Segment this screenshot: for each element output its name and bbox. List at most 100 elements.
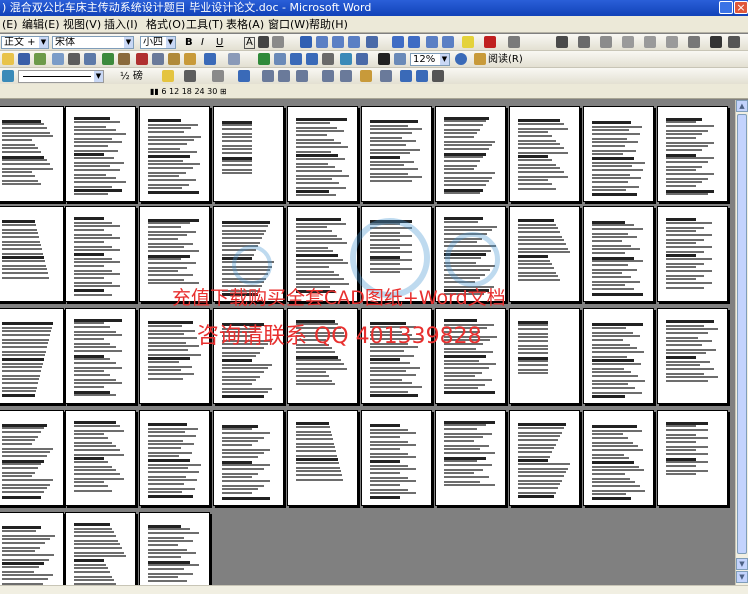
- border-icon[interactable]: [710, 36, 722, 48]
- page-thumbnail[interactable]: [657, 206, 728, 302]
- page-thumbnail[interactable]: [0, 308, 64, 404]
- read-icon[interactable]: [474, 53, 486, 65]
- permission-icon[interactable]: [34, 53, 46, 65]
- page-thumbnail[interactable]: [139, 512, 210, 585]
- page-thumbnail[interactable]: [0, 106, 64, 202]
- page-thumbnail[interactable]: [65, 410, 136, 506]
- copy-icon[interactable]: [152, 53, 164, 65]
- page-thumbnail[interactable]: [139, 410, 210, 506]
- autoformat-icon[interactable]: [360, 70, 372, 82]
- column-icon[interactable]: [600, 36, 612, 48]
- font-size-select[interactable]: 小四 ▼: [140, 36, 176, 49]
- menu-view[interactable]: 视图(V): [63, 18, 101, 31]
- tables-borders-icon[interactable]: [274, 53, 286, 65]
- research-icon[interactable]: [118, 53, 130, 65]
- cut-icon[interactable]: [136, 53, 148, 65]
- menu-file[interactable]: (E): [2, 18, 18, 31]
- page-thumbnail[interactable]: [0, 206, 64, 302]
- bold-button[interactable]: B: [185, 36, 193, 49]
- sort-descending-icon[interactable]: [416, 70, 428, 82]
- page-thumbnail[interactable]: [435, 410, 506, 506]
- distribute-rows-icon[interactable]: [322, 70, 334, 82]
- insert-excel-icon[interactable]: [306, 53, 318, 65]
- multi-page-control[interactable]: ▮▮ 6 12 18 24 30 ⊞: [150, 85, 227, 98]
- line-weight-select[interactable]: ½ 磅: [120, 70, 143, 83]
- close-button[interactable]: ×: [734, 1, 748, 14]
- zoom-select[interactable]: 12% ▼: [410, 53, 450, 66]
- toolbar-options-icon[interactable]: [728, 36, 740, 48]
- page-thumbnail[interactable]: [287, 410, 358, 506]
- page-thumbnail[interactable]: [509, 410, 580, 506]
- email-icon[interactable]: [52, 53, 64, 65]
- redo-icon[interactable]: [228, 53, 240, 65]
- save-icon[interactable]: [18, 53, 30, 65]
- scroll-up-icon[interactable]: ▲: [736, 100, 748, 112]
- text-direction-icon[interactable]: [380, 70, 392, 82]
- underline-button[interactable]: U: [216, 36, 223, 49]
- paste-icon[interactable]: [168, 53, 180, 65]
- scroll-down-icon[interactable]: ▼: [736, 558, 748, 570]
- align-cells-icon[interactable]: [296, 70, 308, 82]
- menu-insert[interactable]: 插入(I): [104, 18, 138, 31]
- undo-icon[interactable]: [204, 53, 216, 65]
- symbol-icon[interactable]: [688, 36, 700, 48]
- minimize-button[interactable]: [719, 1, 733, 14]
- open-icon[interactable]: [2, 53, 14, 65]
- line-spacing-icon[interactable]: [366, 36, 378, 48]
- distribute-columns-icon[interactable]: [340, 70, 352, 82]
- numbering-icon[interactable]: [392, 36, 404, 48]
- page-thumbnail[interactable]: [435, 106, 506, 202]
- document-map-icon[interactable]: [356, 53, 368, 65]
- table-icon[interactable]: [578, 36, 590, 48]
- page-thumbnail[interactable]: [583, 106, 654, 202]
- page-thumbnail[interactable]: [0, 512, 64, 585]
- style-select[interactable]: 正文 + (符1▼: [1, 36, 49, 49]
- increase-indent-icon[interactable]: [442, 36, 454, 48]
- shading-icon[interactable]: [212, 70, 224, 82]
- spelling-icon[interactable]: [102, 53, 114, 65]
- align-right-icon[interactable]: [332, 36, 344, 48]
- read-button[interactable]: 阅读(R): [488, 53, 523, 66]
- char-scaling-icon[interactable]: [272, 36, 284, 48]
- font-color-icon[interactable]: [484, 36, 496, 48]
- drawing-toggle-icon[interactable]: [340, 53, 352, 65]
- line-style-select[interactable]: ▼: [18, 70, 104, 83]
- decrease-indent-icon[interactable]: [426, 36, 438, 48]
- char-shading-icon[interactable]: [258, 36, 269, 48]
- print-icon[interactable]: [68, 53, 80, 65]
- autosum-icon[interactable]: [432, 70, 444, 82]
- fill-color-icon[interactable]: [162, 70, 174, 82]
- merge-cells-icon[interactable]: [262, 70, 274, 82]
- menu-tools[interactable]: 工具(T): [186, 18, 223, 31]
- page-thumbnail[interactable]: [509, 106, 580, 202]
- bullets-icon[interactable]: [408, 36, 420, 48]
- page-thumbnail[interactable]: [509, 206, 580, 302]
- page-thumbnail[interactable]: [213, 410, 284, 506]
- split-cells-icon[interactable]: [278, 70, 290, 82]
- menu-table[interactable]: 表格(A): [226, 18, 264, 31]
- page-thumbnail[interactable]: [65, 206, 136, 302]
- page-thumbnail[interactable]: [583, 206, 654, 302]
- drawing-icon[interactable]: [644, 36, 656, 48]
- format-painter-icon[interactable]: [184, 53, 196, 65]
- page-thumbnail[interactable]: [583, 308, 654, 404]
- menu-window[interactable]: 窗口(W): [268, 18, 309, 31]
- page-thumbnail[interactable]: [509, 308, 580, 404]
- page-thumbnail[interactable]: [65, 106, 136, 202]
- page-thumbnail[interactable]: [65, 308, 136, 404]
- page-thumbnail[interactable]: [65, 512, 136, 585]
- page-thumbnail[interactable]: [139, 106, 210, 202]
- font-select[interactable]: 宋体 ▼: [52, 36, 134, 49]
- vertical-scrollbar[interactable]: ▲ ▼ ▼: [735, 100, 748, 585]
- align-center-icon[interactable]: [316, 36, 328, 48]
- page-thumbnail[interactable]: [583, 410, 654, 506]
- horizontal-scrollbar[interactable]: [0, 585, 748, 594]
- insert-table-icon[interactable]: [290, 53, 302, 65]
- page-thumbnail[interactable]: [657, 106, 728, 202]
- align-left-icon[interactable]: [300, 36, 312, 48]
- scroll-thumb[interactable]: [737, 114, 747, 554]
- italic-button[interactable]: I: [201, 36, 204, 49]
- page-thumbnail[interactable]: [213, 106, 284, 202]
- hyperlink-icon[interactable]: [258, 53, 270, 65]
- next-page-icon[interactable]: ▼: [736, 571, 748, 583]
